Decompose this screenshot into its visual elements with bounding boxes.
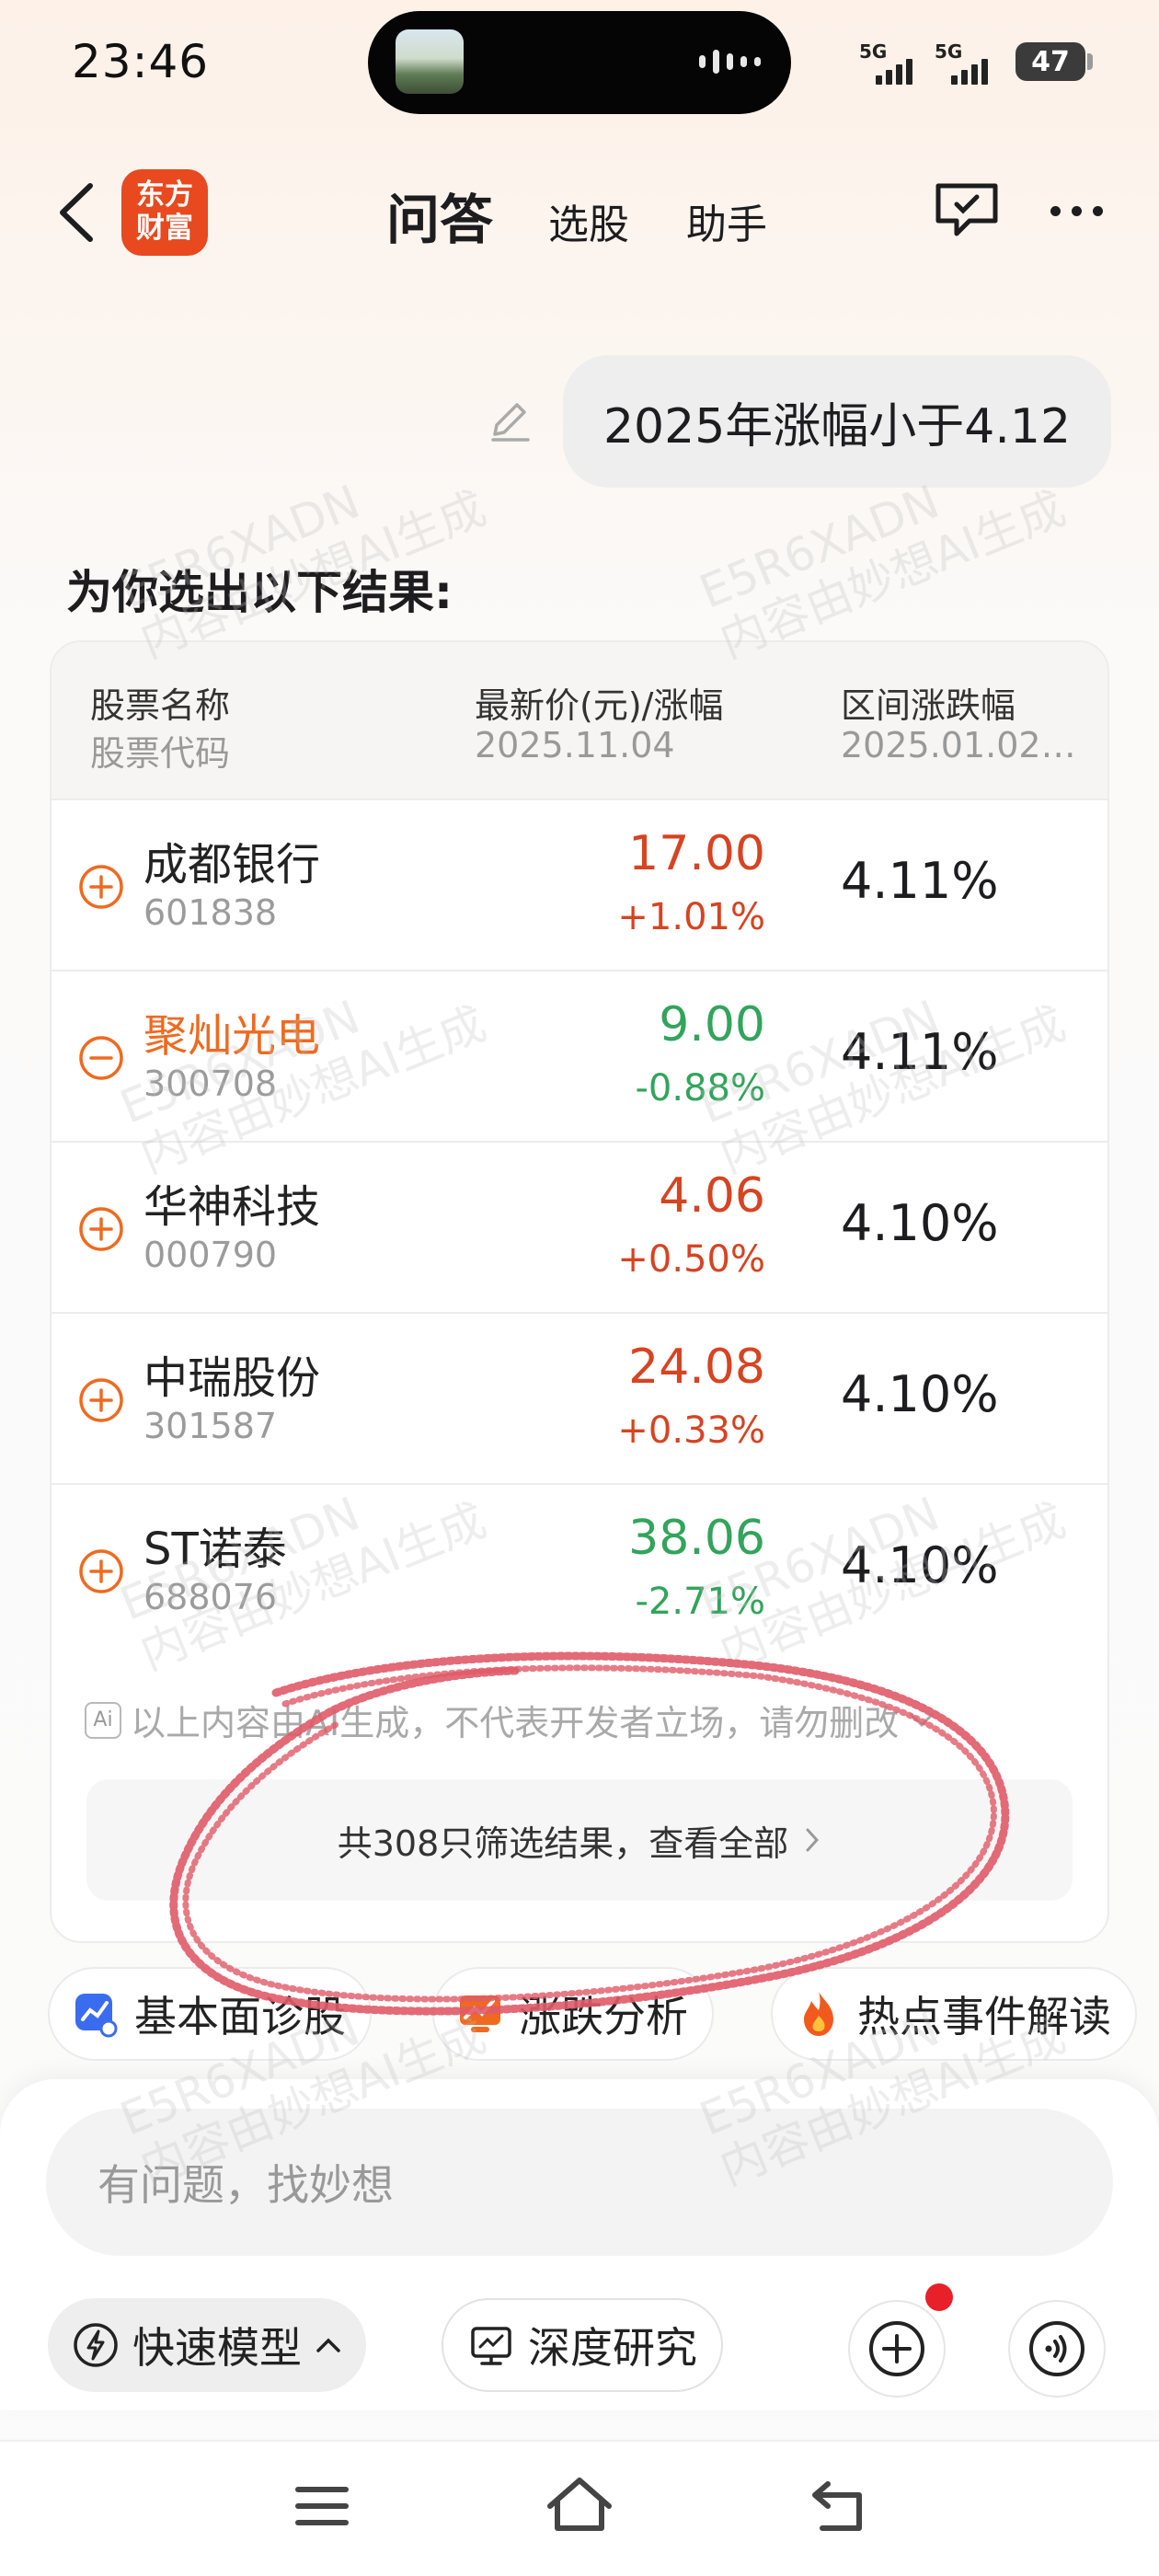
research-icon bbox=[471, 2327, 511, 2365]
stock-change: +0.33% bbox=[617, 1409, 765, 1452]
status-time: 23:46 bbox=[72, 35, 210, 88]
header-code: 股票代码 bbox=[90, 733, 231, 774]
stock-price: 9.00 bbox=[659, 997, 765, 1052]
battery-icon: 47 bbox=[1016, 42, 1085, 81]
feedback-chat-icon[interactable] bbox=[933, 180, 1001, 243]
edit-icon[interactable] bbox=[486, 397, 534, 445]
chart-diagnosis-icon bbox=[75, 1994, 118, 2038]
range-change: 4.11% bbox=[841, 852, 999, 910]
add-watchlist-icon[interactable] bbox=[77, 863, 125, 911]
stock-price: 38.06 bbox=[628, 1511, 765, 1566]
app-logo: 东方 财富 bbox=[121, 169, 208, 256]
table-row[interactable]: 华神科技 000790 4.06 +0.50% 4.10% bbox=[52, 1141, 1107, 1312]
table-header: 股票名称 股票代码 最新价(元)/涨幅 2025.11.04 区间涨跌幅 202… bbox=[52, 642, 1107, 799]
tab-qa[interactable]: 问答 bbox=[386, 177, 493, 254]
media-thumbnail bbox=[396, 29, 464, 94]
stock-change: +0.50% bbox=[617, 1238, 765, 1281]
view-all-button[interactable]: 共308只筛选结果，查看全部 bbox=[86, 1779, 1073, 1901]
stock-code: 301587 bbox=[143, 1406, 278, 1446]
menu-icon[interactable] bbox=[293, 2480, 351, 2532]
add-watchlist-icon[interactable] bbox=[77, 1376, 125, 1424]
back-arrow-icon[interactable] bbox=[55, 180, 98, 245]
table-row[interactable]: 中瑞股份 301587 24.08 +0.33% 4.10% bbox=[52, 1312, 1107, 1483]
fast-model-label: 快速模型 bbox=[132, 2323, 302, 2373]
ai-disclaimer[interactable]: Ai 以上内容由AI生成，不代表开发者立场，请勿删改 bbox=[85, 1695, 935, 1745]
plus-circle-icon bbox=[869, 2321, 924, 2376]
stock-price: 24.08 bbox=[628, 1340, 765, 1395]
stock-price: 17.00 bbox=[628, 826, 765, 881]
more-icon[interactable] bbox=[1050, 206, 1103, 216]
stock-name[interactable]: 成都银行 bbox=[143, 828, 320, 892]
table-row[interactable]: 成都银行 601838 17.00 +1.01% 4.11% bbox=[52, 799, 1107, 970]
chevron-down-icon bbox=[910, 1713, 934, 1727]
tab-stock-picker[interactable]: 选股 bbox=[548, 191, 629, 250]
home-icon[interactable] bbox=[545, 2475, 614, 2534]
battery-level: 47 bbox=[1031, 45, 1070, 78]
view-all-label: 共308只筛选结果，查看全部 bbox=[337, 1823, 789, 1864]
header-price[interactable]: 最新价(元)/涨幅 bbox=[475, 677, 723, 728]
remove-watchlist-icon[interactable] bbox=[77, 1034, 125, 1082]
header-name: 股票名称 bbox=[90, 685, 231, 726]
stock-change: +1.01% bbox=[617, 896, 765, 938]
chevron-up-icon bbox=[316, 2338, 340, 2352]
header-range-date: 2025.01.02… bbox=[841, 725, 1076, 765]
chip-label-2: 涨跌分析 bbox=[519, 1992, 688, 2041]
deep-research-toggle[interactable]: 深度研究 bbox=[442, 2298, 723, 2392]
ai-badge-icon: Ai bbox=[85, 1701, 121, 1739]
watermark: E5R6XADN 内容由妙想AI生成 bbox=[113, 431, 493, 668]
voice-call-button[interactable] bbox=[1008, 2300, 1106, 2398]
tab-assistant[interactable]: 助手 bbox=[686, 191, 767, 250]
fire-icon bbox=[804, 1992, 833, 2036]
add-watchlist-icon[interactable] bbox=[77, 1205, 125, 1253]
header-price-date: 2025.11.04 bbox=[475, 725, 675, 765]
logo-line-2: 财富 bbox=[136, 212, 193, 245]
disclaimer-text: 以上内容由AI生成，不代表开发者立场，请勿删改 bbox=[131, 1703, 900, 1743]
voice-wave-icon bbox=[1029, 2321, 1084, 2376]
stock-name[interactable]: 华神科技 bbox=[143, 1170, 320, 1235]
notification-dot bbox=[925, 2283, 953, 2311]
range-change: 4.10% bbox=[841, 1365, 999, 1423]
header-range[interactable]: 区间涨跌幅 bbox=[841, 677, 1016, 728]
stock-code: 601838 bbox=[143, 892, 278, 933]
signal-5g-icon-1: 5G bbox=[859, 40, 918, 86]
logo-line-1: 东方 bbox=[136, 178, 193, 212]
stock-name[interactable]: 中瑞股份 bbox=[143, 1341, 320, 1406]
battery-tip bbox=[1087, 53, 1093, 70]
range-change: 4.10% bbox=[841, 1194, 999, 1252]
lightning-icon bbox=[74, 2323, 118, 2367]
chevron-right-icon bbox=[806, 1828, 820, 1852]
result-table-card: 股票名称 股票代码 最新价(元)/涨幅 2025.11.04 区间涨跌幅 202… bbox=[50, 640, 1109, 1943]
fast-model-toggle[interactable]: 快速模型 bbox=[48, 2298, 366, 2392]
stock-code: 000790 bbox=[143, 1235, 278, 1275]
add-attachment-button[interactable] bbox=[848, 2300, 946, 2398]
audio-wave-icon bbox=[699, 48, 763, 75]
deep-research-label: 深度研究 bbox=[528, 2323, 697, 2373]
signal-5g-icon-2: 5G bbox=[935, 40, 993, 86]
back-nav-icon[interactable] bbox=[806, 2477, 870, 2536]
